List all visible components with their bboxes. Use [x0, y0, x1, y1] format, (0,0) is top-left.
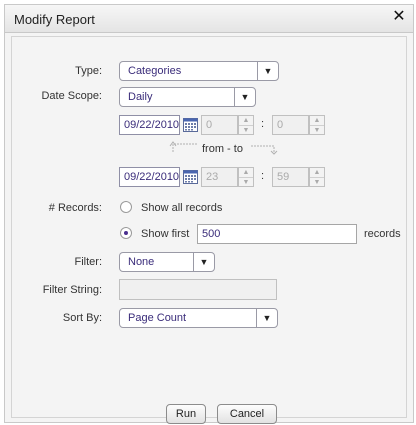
sort-by-label: Sort By: [62, 312, 102, 324]
sort-by-select[interactable]: Page Count ▼ [119, 308, 278, 328]
start-date-input[interactable]: 09/22/2010 [119, 115, 180, 135]
calendar-icon[interactable] [183, 170, 198, 184]
records-label: # Records: [48, 202, 102, 214]
filter-string-label: Filter String: [42, 284, 102, 296]
show-first-label[interactable]: Show first [141, 228, 189, 240]
start-hour-input[interactable]: 0 [201, 115, 238, 135]
from-to-label: from - to [202, 143, 243, 155]
spin-up-icon[interactable]: ▲ [310, 168, 324, 178]
filter-select-value: None [128, 256, 155, 268]
end-minute-stepper[interactable]: ▲ ▼ [309, 167, 325, 187]
spin-down-icon[interactable]: ▼ [310, 126, 324, 135]
type-label: Type: [75, 65, 102, 77]
date-scope-select-value: Daily [128, 91, 153, 103]
chevron-down-icon[interactable]: ▼ [257, 62, 278, 80]
records-suffix-label: records [364, 228, 401, 240]
run-button[interactable]: Run [166, 404, 206, 424]
date-scope-label: Date Scope: [41, 90, 102, 102]
title-bar[interactable]: Modify Report ✕ [5, 5, 413, 33]
filter-label: Filter: [74, 256, 103, 268]
filter-select[interactable]: None ▼ [119, 252, 215, 272]
type-select[interactable]: Categories ▼ [119, 61, 279, 81]
start-minute-input[interactable]: 0 [272, 115, 309, 135]
chevron-down-icon[interactable]: ▼ [193, 253, 214, 271]
spin-up-icon[interactable]: ▲ [310, 116, 324, 126]
start-minute-stepper[interactable]: ▲ ▼ [309, 115, 325, 135]
record-count-input[interactable]: 500 [197, 224, 357, 244]
chevron-down-icon[interactable]: ▼ [234, 88, 255, 106]
dialog-content: Type: Categories ▼ Date Scope: Daily ▼ 0… [11, 36, 407, 424]
type-select-value: Categories [128, 65, 182, 77]
sort-by-select-value: Page Count [128, 312, 187, 324]
calendar-icon[interactable] [183, 118, 198, 132]
time-separator: : [261, 170, 265, 182]
spin-down-icon[interactable]: ▼ [310, 178, 324, 187]
end-hour-input[interactable]: 23 [201, 167, 238, 187]
start-hour-stepper[interactable]: ▲ ▼ [238, 115, 254, 135]
end-date-input[interactable]: 09/22/2010 [119, 167, 180, 187]
to-arrow-icon [251, 145, 278, 155]
date-scope-select[interactable]: Daily ▼ [119, 87, 256, 107]
spin-up-icon[interactable]: ▲ [239, 168, 253, 178]
filter-string-input[interactable] [119, 279, 277, 300]
close-icon[interactable]: ✕ [391, 9, 407, 25]
dialog-title: Modify Report [14, 12, 95, 27]
spin-down-icon[interactable]: ▼ [239, 126, 253, 135]
time-separator: : [261, 118, 265, 130]
chevron-down-icon[interactable]: ▼ [256, 309, 277, 327]
from-arrow-icon [169, 141, 197, 152]
spin-up-icon[interactable]: ▲ [239, 116, 253, 126]
show-first-records-radio[interactable] [120, 227, 132, 239]
show-all-records-radio[interactable] [120, 201, 132, 213]
show-all-records-label[interactable]: Show all records [141, 202, 222, 214]
end-hour-stepper[interactable]: ▲ ▼ [238, 167, 254, 187]
modify-report-dialog: Modify Report ✕ Type: Categories ▼ Date … [4, 4, 414, 424]
spin-down-icon[interactable]: ▼ [239, 178, 253, 187]
cancel-button[interactable]: Cancel [217, 404, 277, 424]
end-minute-input[interactable]: 59 [272, 167, 309, 187]
